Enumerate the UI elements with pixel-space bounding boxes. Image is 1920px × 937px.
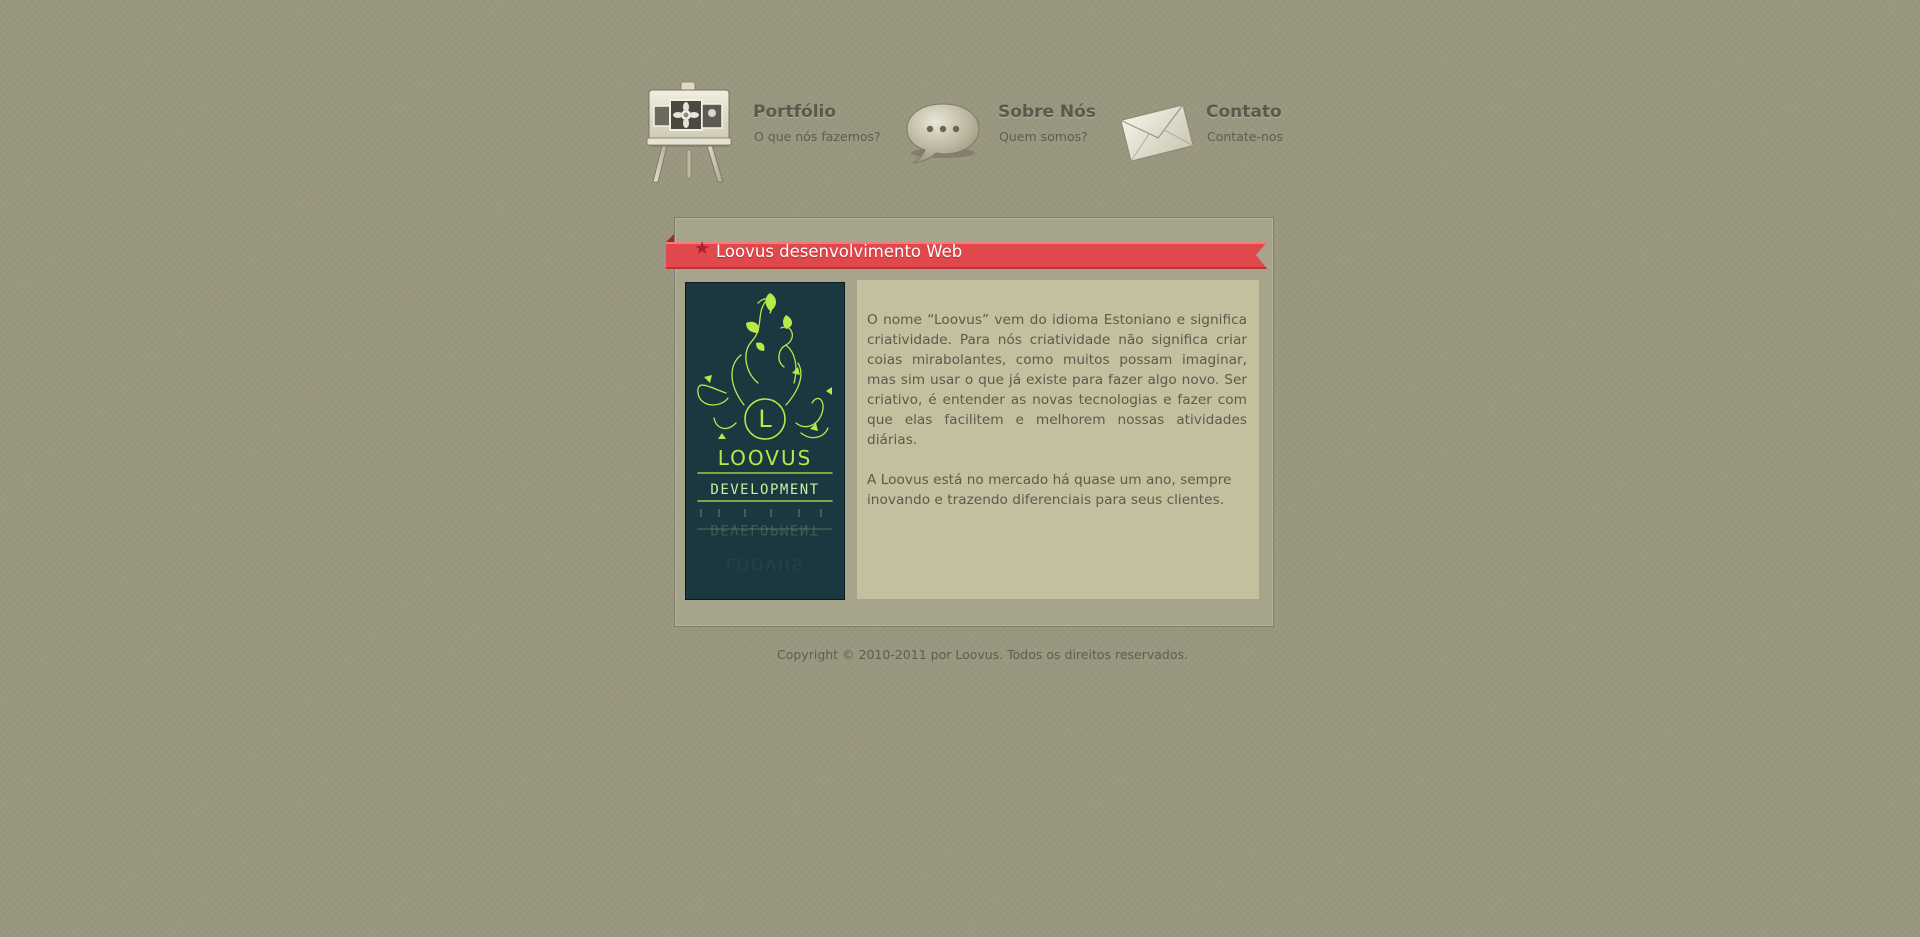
star-icon: ★ bbox=[694, 238, 711, 259]
envelope-icon bbox=[1119, 102, 1195, 168]
page-title: Loovus desenvolvimento Web bbox=[716, 242, 963, 261]
about-text-panel: O nome “Loovus” vem do idioma Estoniano … bbox=[857, 280, 1259, 599]
loovus-logo-image: L LOOVUS DEVELOPMENT DEVELOPMENT LOOVUS bbox=[685, 282, 845, 600]
about-paragraph-1: O nome “Loovus” vem do idioma Estoniano … bbox=[867, 312, 1247, 448]
nav-subtitle-contato: Contate-nos bbox=[1207, 129, 1284, 144]
easel-portfolio-icon bbox=[645, 80, 735, 188]
nav-subtitle-portfolio: O que nós fazemos? bbox=[754, 129, 881, 144]
nav-subtitle-sobre-nos: Quem somos? bbox=[999, 129, 1088, 144]
logo-name-reflection: LOOVUS bbox=[726, 555, 804, 574]
main-navigation: Portfólio O que nós fazemos? Sobre Nós Q… bbox=[645, 78, 1295, 188]
footer-copyright: Copyright © 2010-2011 por Loovus. Todos … bbox=[777, 647, 1188, 662]
logo-tagline: DEVELOPMENT bbox=[710, 482, 819, 498]
nav-item-sobre-nos[interactable]: Sobre Nós Quem somos? bbox=[903, 78, 1113, 188]
logo-name: LOOVUS bbox=[718, 446, 813, 470]
logo-tagline-reflection: DEVELOPMENT bbox=[710, 521, 819, 537]
nav-title-contato: Contato bbox=[1206, 102, 1282, 122]
logo-monogram: L bbox=[758, 405, 772, 433]
nav-item-contato[interactable]: Contato Contate-nos bbox=[1119, 78, 1299, 188]
nav-title-portfolio: Portfólio bbox=[753, 102, 837, 122]
heading-ribbon: ★ Loovus desenvolvimento Web bbox=[666, 234, 1267, 269]
about-paragraph-2: A Loovus está no mercado há quase um ano… bbox=[867, 472, 1232, 508]
speech-bubble-icon bbox=[903, 100, 983, 170]
nav-title-sobre-nos: Sobre Nós bbox=[998, 102, 1096, 122]
nav-item-portfolio[interactable]: Portfólio O que nós fazemos? bbox=[645, 78, 885, 188]
